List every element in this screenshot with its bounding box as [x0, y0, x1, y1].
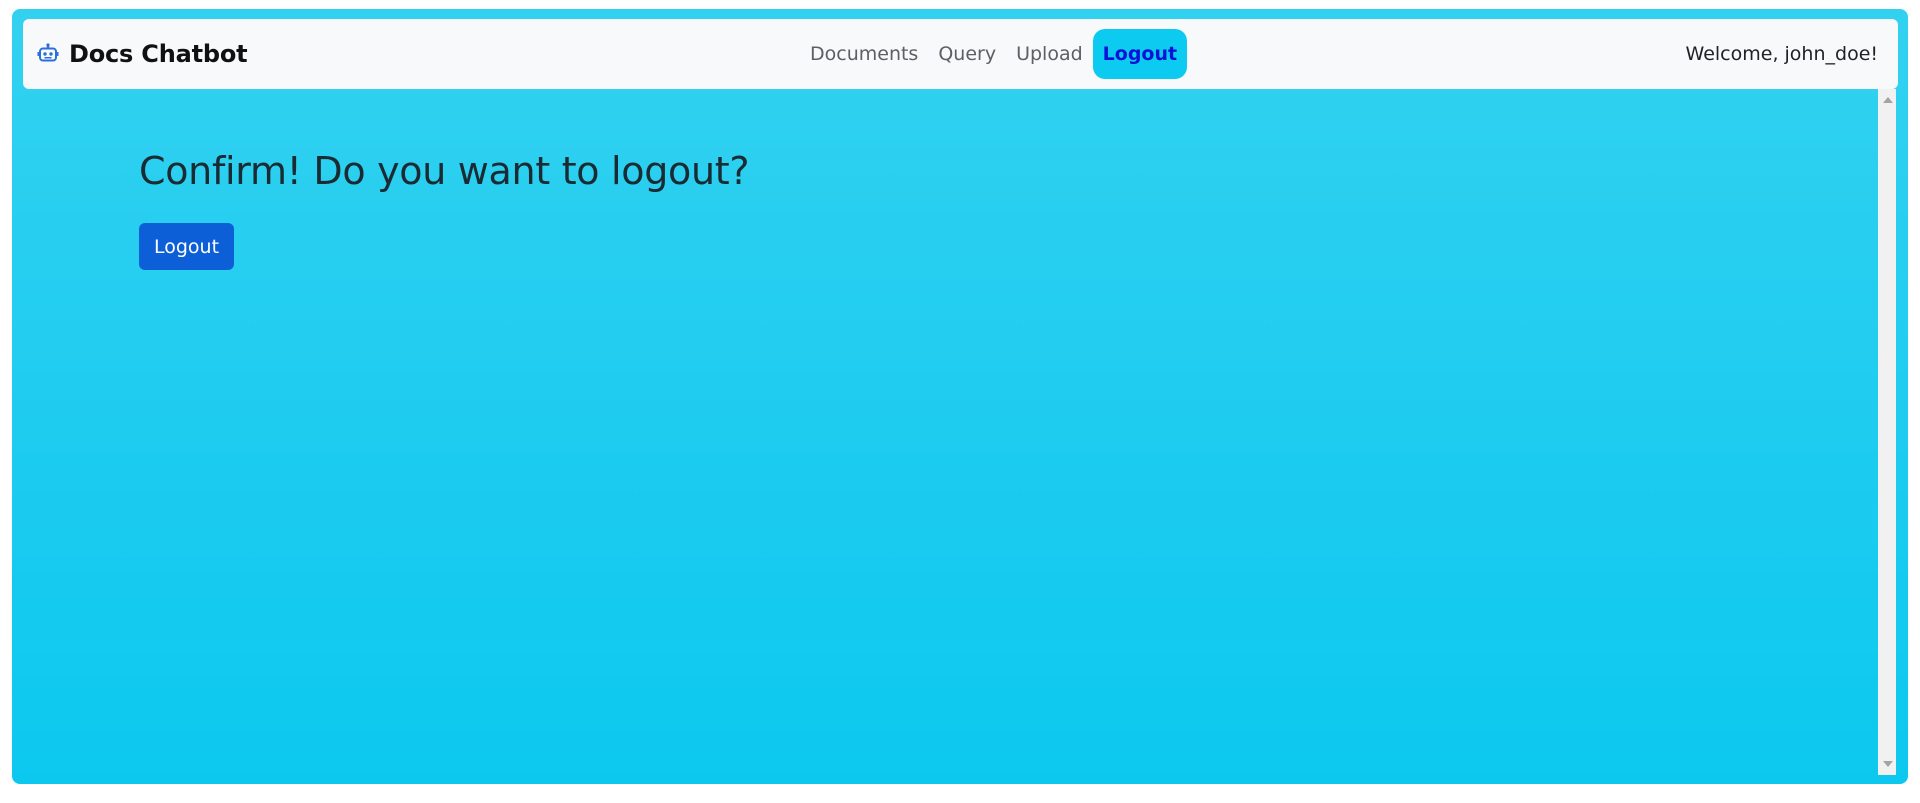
nav-item-logout[interactable]: Logout	[1092, 29, 1188, 79]
main-content: Confirm! Do you want to logout? Logout	[139, 149, 750, 270]
navbar: Docs Chatbot Documents Query Upload Logo…	[23, 19, 1898, 89]
nav-item-documents[interactable]: Documents	[800, 29, 928, 79]
robot-icon	[37, 43, 59, 65]
app-frame: Docs Chatbot Documents Query Upload Logo…	[12, 9, 1908, 784]
vertical-scrollbar[interactable]	[1878, 89, 1896, 775]
logout-button[interactable]: Logout	[139, 223, 234, 270]
scroll-down-arrow-icon[interactable]	[1883, 761, 1893, 767]
brand[interactable]: Docs Chatbot	[37, 19, 248, 89]
welcome-text: Welcome, john_doe!	[1685, 43, 1878, 65]
nav-item-upload[interactable]: Upload	[1006, 29, 1093, 79]
scroll-up-arrow-icon[interactable]	[1883, 97, 1893, 103]
brand-title: Docs Chatbot	[69, 40, 248, 68]
nav-menu: Documents Query Upload Logout	[800, 19, 1188, 89]
nav-item-query[interactable]: Query	[928, 29, 1006, 79]
page-heading: Confirm! Do you want to logout?	[139, 149, 750, 193]
